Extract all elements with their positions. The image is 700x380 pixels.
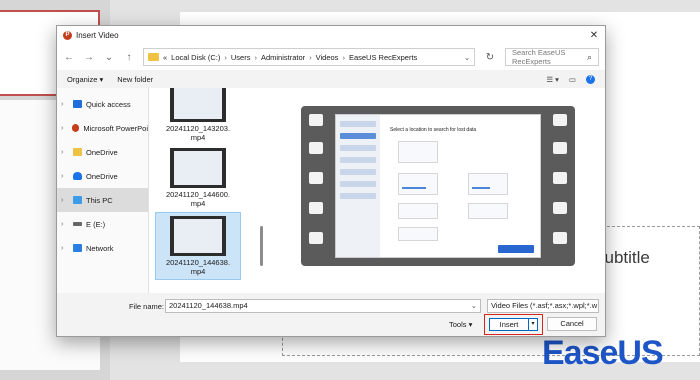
powerpoint-icon [71,124,80,132]
nav-item-microsoft-powerpoint[interactable]: › Microsoft PowerPoi [57,116,148,140]
video-thumbnail [170,148,226,188]
insert-highlight: Insert ▾ [484,314,543,335]
chevron-right-icon[interactable]: › [61,101,69,108]
video-preview-filmstrip: Select a location to search for lost dat… [301,106,575,266]
easeus-logo: EaseUS [542,334,664,372]
chevron-down-icon[interactable]: ⌄ [471,300,477,312]
view-options-icon[interactable]: ☰ ▾ [546,75,559,84]
dialog-footer: File name: 20241120_144638.mp4 ⌄ Video F… [57,294,605,336]
video-thumbnail [170,216,226,256]
recent-dropdown-icon[interactable]: ⌄ [103,52,115,63]
file-name-value: 20241120_144638.mp4 [169,301,248,310]
folder-icon [73,148,82,156]
navigation-pane: › Quick access › Microsoft PowerPoi › On… [57,88,149,293]
refresh-icon[interactable]: ↻ [483,52,497,63]
insert-video-dialog: P Insert Video ✕ ← → ⌄ ↑ « Local Disk (C… [56,25,606,337]
breadcrumb-videos[interactable]: Videos [316,53,339,62]
nav-item-label: Microsoft PowerPoi [83,123,148,133]
file-extension: mp4 [190,199,206,208]
breadcrumb-separator: › [254,52,257,62]
breadcrumb-easeus-recexperts[interactable]: EaseUS RecExperts [349,53,417,62]
file-type-select[interactable]: Video Files (*.asf;*.asx;*.wpl;*.w [487,299,599,313]
search-input[interactable]: Search EaseUS RecExperts ⌕ [505,48,599,66]
breadcrumb-users[interactable]: Users [231,53,251,62]
dialog-content: › Quick access › Microsoft PowerPoi › On… [57,88,605,293]
preview-pane-icon[interactable]: ▭ [569,75,576,84]
address-prefix[interactable]: « [163,53,167,62]
file-name-label: File name: [129,302,165,311]
address-dropdown-icon[interactable]: ⌄ [460,53,474,62]
cloud-icon [73,172,82,180]
navigation-bar: ← → ⌄ ↑ « Local Disk (C:) › Users › Admi… [57,44,605,70]
new-folder-button[interactable]: New folder [117,75,153,84]
pc-icon [73,196,82,204]
drive-icon [73,222,82,226]
nav-item-label: This PC [86,195,113,205]
file-list: 20241120_143203. mp4 20241120_144600. mp… [149,88,265,293]
breadcrumb-administrator[interactable]: Administrator [261,53,305,62]
tools-button[interactable]: Tools ▾ [449,320,472,329]
file-item-selected[interactable]: 20241120_144638. mp4 [155,212,241,280]
nav-item-label: OneDrive [86,147,118,157]
preview-pane: Select a location to search for lost dat… [265,88,605,293]
address-bar[interactable]: « Local Disk (C:) › Users › Administrato… [143,48,475,66]
search-icon[interactable]: ⌕ [587,52,592,63]
nav-item-label: Network [86,243,114,253]
nav-item-label: Quick access [86,99,131,109]
nav-item-label: OneDrive [86,171,118,181]
insert-dropdown-icon[interactable]: ▾ [529,318,538,331]
breadcrumb-separator: › [309,52,312,62]
nav-item-network[interactable]: › Network [57,236,148,260]
chevron-right-icon[interactable]: › [61,125,68,132]
nav-item-quick-access[interactable]: › Quick access [57,92,148,116]
chevron-right-icon[interactable]: › [61,173,69,180]
file-name: 20241120_144600. [165,190,231,199]
file-name: 20241120_143203. [165,124,231,133]
command-toolbar: Organize ▾ New folder ☰ ▾ ▭ ? [57,70,605,88]
breadcrumb-separator: › [224,52,227,62]
nav-item-this-pc[interactable]: › This PC [57,188,148,212]
nav-item-onedrive-folder[interactable]: › OneDrive [57,140,148,164]
chevron-right-icon[interactable]: › [61,149,69,156]
up-arrow-icon[interactable]: ↑ [123,52,135,63]
file-list-scrollbar[interactable] [260,226,263,266]
video-thumbnail [170,88,226,122]
powerpoint-icon: P [63,30,72,40]
chevron-right-icon[interactable]: › [61,197,69,204]
network-icon [73,244,82,252]
insert-button[interactable]: Insert [489,318,529,331]
breadcrumb-local-disk[interactable]: Local Disk (C:) [171,53,220,62]
preview-screen: Select a location to search for lost dat… [335,114,541,258]
nav-item-e-drive[interactable]: › E (E:) [57,212,148,236]
close-icon[interactable]: ✕ [583,30,605,41]
file-item[interactable]: 20241120_143203. mp4 [155,88,241,142]
organize-button[interactable]: Organize ▾ [67,75,103,84]
nav-item-label: E (E:) [86,219,106,229]
help-icon[interactable]: ? [586,74,595,84]
dialog-titlebar: P Insert Video ✕ [57,26,605,44]
file-extension: mp4 [190,267,206,276]
chevron-right-icon[interactable]: › [61,221,69,228]
back-arrow-icon[interactable]: ← [63,52,75,63]
file-item[interactable]: 20241120_144600. mp4 [155,148,241,208]
file-extension: mp4 [190,133,206,142]
preview-title: Select a location to search for lost dat… [390,127,477,133]
nav-item-onedrive-cloud[interactable]: › OneDrive [57,164,148,188]
star-icon [73,100,82,108]
dialog-title: Insert Video [76,30,119,40]
file-name: 20241120_144638. [165,258,231,267]
cancel-button[interactable]: Cancel [547,317,597,331]
folder-icon [148,53,159,61]
search-placeholder: Search EaseUS RecExperts [512,48,566,66]
chevron-right-icon[interactable]: › [61,245,69,252]
file-name-input[interactable]: 20241120_144638.mp4 ⌄ [165,299,481,313]
breadcrumb-separator: › [342,52,345,62]
forward-arrow-icon[interactable]: → [83,52,95,63]
